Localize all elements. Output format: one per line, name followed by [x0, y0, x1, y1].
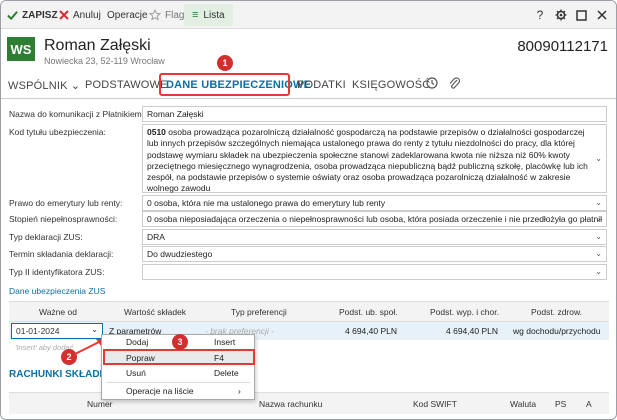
- list-button[interactable]: ≡ Lista: [184, 4, 233, 26]
- column-header[interactable]: Ważne od: [39, 307, 77, 317]
- insurance-code-select[interactable]: 0510 osoba prowadząca pozarolniczą dział…: [142, 124, 607, 193]
- save-button[interactable]: ZAPISZ: [7, 7, 58, 23]
- accounts-grid-header: Numer Nazwa rachunku Kod SWIFT Waluta PS…: [9, 392, 609, 414]
- toolbar: ZAPISZ Anuluj Operacje Flaga ≡ Lista ?: [1, 1, 616, 29]
- column-header[interactable]: Numer: [87, 399, 113, 409]
- list-icon: ≡: [192, 9, 199, 21]
- menu-item-label: Popraw: [126, 353, 155, 363]
- close-window-button[interactable]: [593, 6, 611, 24]
- menu-item-edit[interactable]: Popraw F4: [102, 351, 254, 366]
- attachment-icon[interactable]: [448, 76, 460, 93]
- callout-3: 3: [172, 334, 188, 350]
- menu-item-label: Operacje na liście: [126, 386, 194, 396]
- health-base-cell: wg dochodu/przychodu: [513, 326, 601, 336]
- maximize-button[interactable]: [572, 6, 590, 24]
- valid-from-value: 01-01-2024: [16, 326, 60, 336]
- chevron-down-icon: ⌄: [595, 198, 602, 207]
- column-header[interactable]: Podst. ub. społ.: [339, 307, 398, 317]
- operations-button[interactable]: Operacje: [107, 7, 148, 23]
- declaration-type-value: DRA: [147, 232, 165, 242]
- chevron-down-icon: ⌄: [91, 325, 98, 334]
- column-header[interactable]: Podst. zdrow.: [531, 307, 582, 317]
- menu-item-label: Usuń: [126, 368, 146, 378]
- insurance-code-label: Kod tytułu ubezpieczenia:: [9, 127, 106, 137]
- menu-item-list-operations[interactable]: Operacje na liście ›: [102, 384, 254, 399]
- menu-item-shortcut: Insert: [214, 337, 236, 347]
- chevron-down-icon: ⌄: [595, 153, 602, 163]
- chevron-down-icon: ⌄: [595, 214, 602, 223]
- window: ZAPISZ Anuluj Operacje Flaga ≡ Lista ? W…: [0, 0, 617, 420]
- menu-item-shortcut: F4: [214, 353, 224, 363]
- help-button[interactable]: ?: [531, 6, 549, 24]
- history-icon[interactable]: [425, 76, 439, 93]
- insurance-code: 0510: [147, 127, 166, 137]
- cancel-label: Anuluj: [73, 9, 101, 21]
- column-header[interactable]: Nazwa rachunku: [259, 399, 322, 409]
- cancel-button[interactable]: Anuluj: [59, 7, 101, 23]
- id-type-label: Typ II identyfikatora ZUS:: [9, 267, 105, 277]
- grid-header: Ważne od Wartość składek Typ preferencji…: [9, 301, 609, 322]
- star-icon: [149, 9, 161, 21]
- operations-label: Operacje: [107, 9, 148, 21]
- column-header[interactable]: Typ preferencji: [231, 307, 287, 317]
- menu-item-label: Dodaj: [126, 337, 149, 347]
- menu-divider: [106, 382, 250, 383]
- menu-item-shortcut: Delete: [214, 368, 239, 378]
- address-text: Nowiecka 23, 52-119 Wrocław: [44, 56, 165, 66]
- save-label: ZAPISZ: [22, 9, 58, 21]
- column-header[interactable]: Wartość składek: [124, 307, 186, 317]
- pension-value: 0 osoba, która nie ma ustalonego prawa d…: [147, 198, 386, 208]
- tab-taxes[interactable]: PODATKI: [297, 79, 346, 91]
- gear-icon: [555, 9, 567, 21]
- deadline-value: Do dwudziestego: [147, 249, 213, 259]
- list-label: Lista: [203, 9, 225, 21]
- tab-partner[interactable]: WSPÓLNIK ⌄: [8, 79, 80, 92]
- pension-label: Prawo do emerytury lub renty:: [9, 198, 123, 208]
- callout-1: 1: [217, 55, 233, 71]
- declaration-type-select[interactable]: DRA ⌄: [142, 229, 607, 245]
- close-icon: [59, 10, 69, 20]
- settings-button[interactable]: [552, 6, 570, 24]
- tab-bar: WSPÓLNIK ⌄ PODSTAWOWE DANE UBEZPIECZENIO…: [1, 73, 616, 99]
- chevron-down-icon: ⌄: [595, 249, 602, 258]
- insurance-code-description: osoba prowadząca pozarolniczą działalnoś…: [147, 127, 588, 194]
- column-header[interactable]: Kod SWIFT: [413, 399, 457, 409]
- page-title: Roman Załęski: [44, 37, 151, 54]
- tab-basic[interactable]: PODSTAWOWE: [85, 79, 168, 91]
- help-icon: ?: [536, 8, 544, 22]
- declaration-type-label: Typ deklaracji ZUS:: [9, 232, 83, 242]
- column-header[interactable]: A: [586, 399, 592, 409]
- checkmark-icon: [7, 10, 18, 20]
- comm-name-value: Roman Załęski: [147, 109, 204, 119]
- tab-highlight: [159, 73, 290, 96]
- chevron-down-icon: ⌄: [595, 267, 602, 276]
- disability-value: 0 osoba nieposiadająca orzeczenia o niep…: [147, 214, 602, 224]
- menu-item-delete[interactable]: Usuń Delete: [102, 366, 254, 381]
- disability-select[interactable]: 0 osoba nieposiadająca orzeczenia o niep…: [142, 211, 607, 227]
- maximize-icon: [575, 9, 587, 21]
- tab-accounting[interactable]: KSIĘGOWOŚĆ: [352, 79, 430, 91]
- chevron-down-icon: ⌄: [595, 232, 602, 241]
- avatar: WS: [7, 37, 35, 61]
- accounts-section-title: RACHUNKI SKŁADEK: [9, 369, 114, 380]
- deadline-select[interactable]: Do dwudziestego ⌄: [142, 246, 607, 262]
- column-header[interactable]: Podst. wyp. i chor.: [430, 307, 499, 317]
- id-type-select[interactable]: ⌄: [142, 264, 607, 280]
- chevron-right-icon: ›: [238, 386, 241, 396]
- sickness-base-cell: 4 694,40 PLN: [446, 326, 498, 336]
- comm-name-label: Nazwa do komunikacji z Płatnikiem:: [9, 109, 145, 119]
- insurance-section-title: Dane ubezpieczenia ZUS: [9, 286, 106, 296]
- record-number: 80090112171: [517, 38, 608, 55]
- comm-name-field[interactable]: Roman Załęski: [142, 106, 607, 122]
- pension-select[interactable]: 0 osoba, która nie ma ustalonego prawa d…: [142, 195, 607, 211]
- column-header[interactable]: Waluta: [510, 399, 536, 409]
- close-icon: [597, 10, 607, 20]
- disability-label: Stopień niepełnosprawności:: [9, 214, 118, 224]
- column-header[interactable]: PS: [555, 399, 566, 409]
- deadline-label: Termin składania deklaracji:: [9, 249, 114, 259]
- social-base-cell: 4 694,40 PLN: [345, 326, 397, 336]
